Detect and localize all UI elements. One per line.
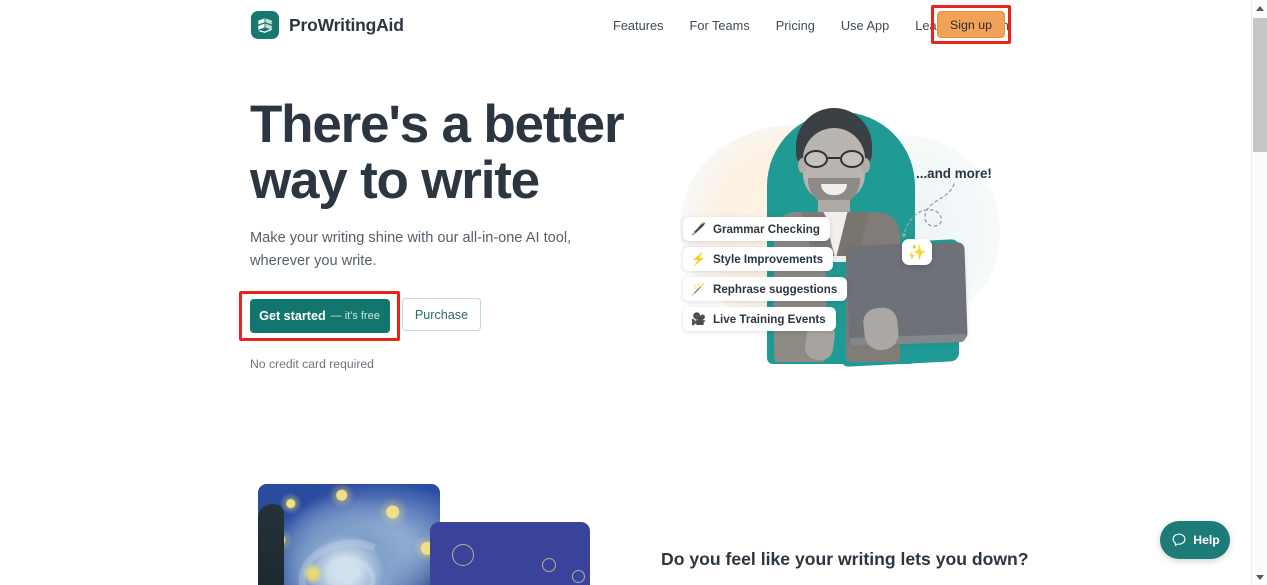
feature-pill-list: 🖋️ Grammar Checking ⚡ Style Improvements… [683, 217, 898, 337]
scroll-up-arrow[interactable] [1252, 0, 1267, 16]
feature-pill-rephrase-suggestions[interactable]: 🪄 Rephrase suggestions [683, 277, 848, 301]
feature-pill-label: Grammar Checking [712, 222, 820, 236]
feature-pill-label: Live Training Events [712, 312, 826, 326]
blue-doodle-card-image [430, 522, 590, 585]
book-logo-icon [251, 11, 279, 39]
signup-button[interactable]: Sign up [937, 11, 1005, 38]
section-heading: Do you feel like your writing lets you d… [661, 549, 1029, 569]
scroll-down-arrow[interactable] [1252, 569, 1267, 585]
vertical-scrollbar[interactable] [1251, 0, 1267, 585]
get-started-button[interactable]: Get started — it's free [249, 299, 390, 333]
glasses-icon [801, 150, 867, 168]
no-credit-card-note: No credit card required [250, 357, 374, 371]
and-more-label: ...and more! [916, 166, 992, 181]
feature-pill-label: Rephrase suggestions [712, 282, 838, 296]
hero-subtitle: Make your writing shine with our all-in-… [250, 230, 572, 270]
scroll-thumb[interactable] [1253, 18, 1267, 152]
brand-name: ProWritingAid [289, 14, 404, 35]
page-viewport: ProWritingAid Features For Teams Pricing… [0, 0, 1251, 585]
speech-bubble-icon [1170, 532, 1187, 549]
hero-illustration: ✨ ...and more! 🖋️ Grammar Checking ⚡ Sty… [655, 100, 1005, 375]
get-started-suffix: — it's free [330, 310, 380, 322]
pen-icon: 🖋️ [691, 222, 706, 236]
feature-pill-style-improvements[interactable]: ⚡ Style Improvements [683, 247, 834, 271]
lightning-icon: ⚡ [691, 252, 706, 266]
nav-item-for-teams[interactable]: For Teams [677, 12, 763, 39]
purchase-button[interactable]: Purchase [402, 298, 481, 331]
help-label: Help [1193, 533, 1220, 547]
signup-annotation-box: Sign up [931, 5, 1011, 44]
feature-pill-grammar-checking[interactable]: 🖋️ Grammar Checking [683, 217, 830, 241]
site-header: ProWritingAid Features For Teams Pricing… [0, 0, 1251, 50]
nav-item-pricing[interactable]: Pricing [763, 12, 828, 39]
nav-item-features[interactable]: Features [600, 12, 677, 39]
feature-pill-live-training-events[interactable]: 🎥 Live Training Events [683, 307, 836, 331]
help-button[interactable]: Help [1160, 521, 1230, 559]
nav-item-use-app[interactable]: Use App [828, 12, 902, 39]
magic-wand-icon: 🪄 [691, 282, 706, 296]
page-title: There's a better way to write [250, 95, 625, 211]
feature-pill-label: Style Improvements [712, 252, 824, 266]
get-started-annotation-box: Get started — it's free [239, 291, 400, 341]
brand-logo-link[interactable]: ProWritingAid [251, 11, 404, 39]
dotted-arrow-icon [902, 183, 955, 237]
video-camera-icon: 🎥 [691, 312, 706, 326]
browser-page: ProWritingAid Features For Teams Pricing… [0, 0, 1267, 585]
get-started-label: Get started [259, 309, 326, 323]
starry-night-image [258, 484, 440, 585]
